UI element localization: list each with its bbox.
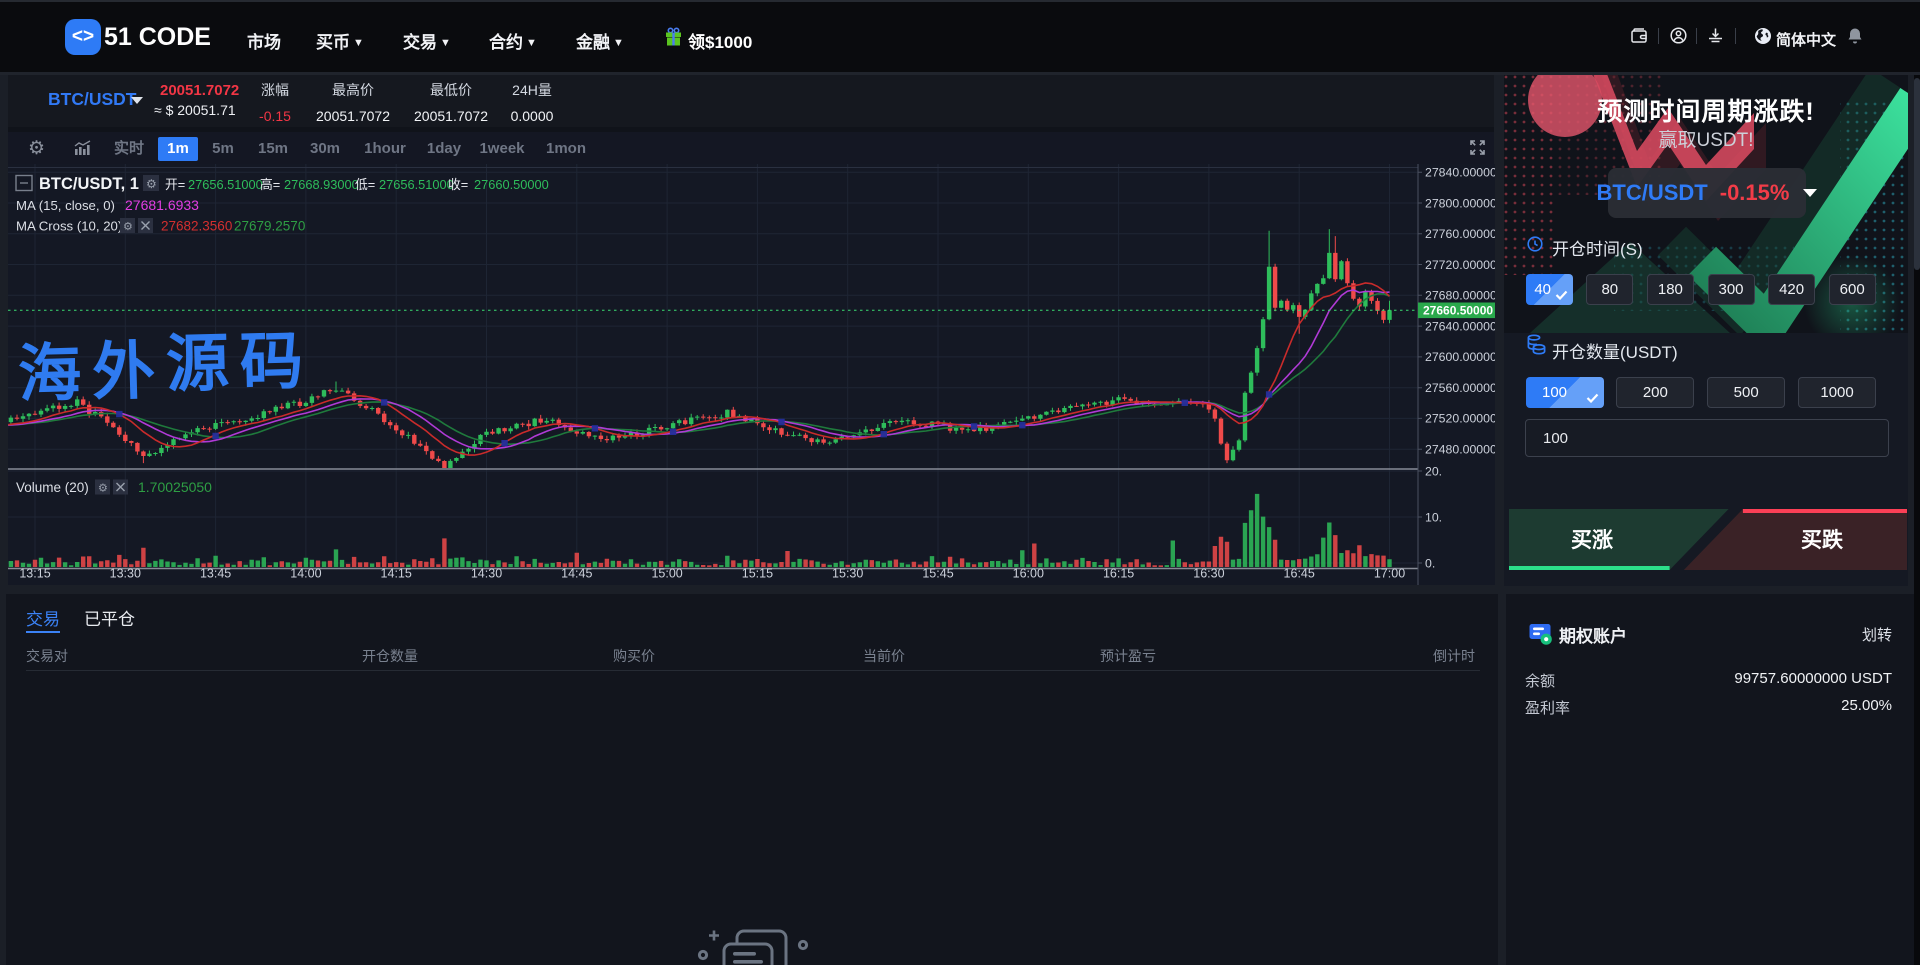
svg-text:14:15: 14:15 <box>381 567 412 581</box>
svg-text:27681.6933: 27681.6933 <box>125 197 199 213</box>
svg-text:27560.00000: 27560.00000 <box>1425 381 1495 395</box>
svg-text:20.: 20. <box>1425 464 1442 478</box>
svg-text:27760.00000: 27760.00000 <box>1425 227 1495 241</box>
svg-text:27800.00000: 27800.00000 <box>1425 196 1495 210</box>
svg-text:15:00: 15:00 <box>651 567 682 581</box>
svg-text:16:15: 16:15 <box>1103 567 1134 581</box>
svg-text:14:00: 14:00 <box>290 567 321 581</box>
svg-text:开=27656.51000高=27668.93000低=27: 开=27656.51000高=27668.93000低=27656.51000收… <box>165 177 549 192</box>
svg-text:27679.2570: 27679.2570 <box>234 219 305 234</box>
svg-text:27520.00000: 27520.00000 <box>1425 412 1495 426</box>
svg-text:0.: 0. <box>1425 556 1435 570</box>
svg-text:买跌: 买跌 <box>1801 529 1844 552</box>
svg-text:13:45: 13:45 <box>200 567 231 581</box>
svg-text:14:30: 14:30 <box>471 567 502 581</box>
svg-text:⚙: ⚙ <box>146 177 157 191</box>
svg-text:14:45: 14:45 <box>561 567 592 581</box>
svg-text:16:00: 16:00 <box>1013 567 1044 581</box>
svg-text:⚙: ⚙ <box>123 221 133 233</box>
svg-text:15:15: 15:15 <box>742 567 773 581</box>
svg-text:15:30: 15:30 <box>832 567 863 581</box>
svg-text:27682.3560: 27682.3560 <box>161 219 232 234</box>
svg-text:15:45: 15:45 <box>922 567 953 581</box>
svg-text:27660.50000: 27660.50000 <box>1423 304 1493 318</box>
svg-text:BTC/USDT, 1: BTC/USDT, 1 <box>39 175 139 193</box>
svg-text:27480.00000: 27480.00000 <box>1425 443 1495 457</box>
svg-text:买涨: 买涨 <box>1571 529 1613 552</box>
svg-text:13:30: 13:30 <box>110 567 141 581</box>
svg-text:10.: 10. <box>1425 510 1442 524</box>
svg-text:MA (15, close, 0): MA (15, close, 0) <box>16 198 115 213</box>
svg-text:16:45: 16:45 <box>1284 567 1315 581</box>
svg-text:Volume (20): Volume (20) <box>16 480 89 495</box>
svg-text:27680.00000: 27680.00000 <box>1425 289 1495 303</box>
svg-text:27600.00000: 27600.00000 <box>1425 350 1495 364</box>
svg-text:13:15: 13:15 <box>19 567 50 581</box>
svg-text:27720.00000: 27720.00000 <box>1425 258 1495 272</box>
svg-text:17:00: 17:00 <box>1374 567 1405 581</box>
svg-text:16:30: 16:30 <box>1193 567 1224 581</box>
svg-text:MA Cross (10, 20): MA Cross (10, 20) <box>16 219 122 234</box>
svg-text:⚙: ⚙ <box>98 483 108 495</box>
svg-text:1.70025050: 1.70025050 <box>138 479 212 495</box>
svg-text:27840.00000: 27840.00000 <box>1425 166 1495 180</box>
svg-text:27640.00000: 27640.00000 <box>1425 319 1495 333</box>
